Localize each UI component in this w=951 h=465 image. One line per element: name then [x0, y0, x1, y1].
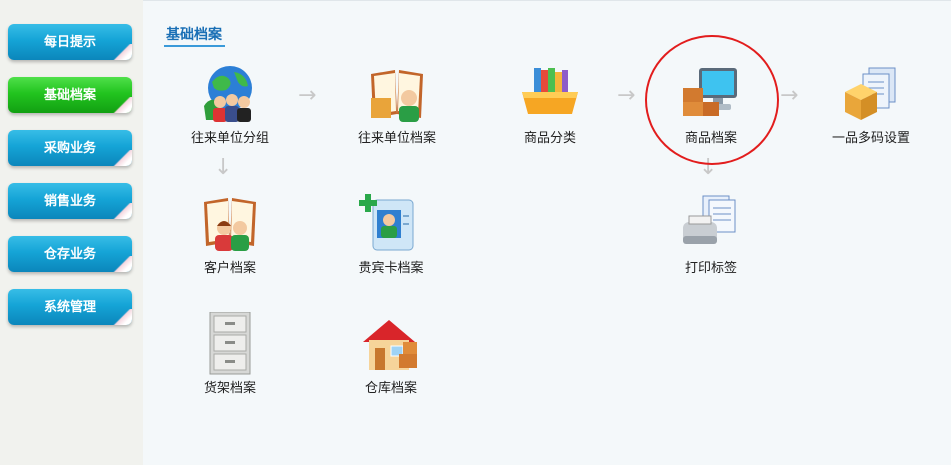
vip-card-file-label: 贵宾卡档案 [358, 261, 424, 276]
shelf-file-item[interactable]: 货架档案 [170, 312, 290, 396]
sidebar-item-daily-tips[interactable]: 每日提示 [8, 24, 132, 60]
multi-barcode-label: 一品多码设置 [831, 131, 910, 146]
sidebar-item-basic-files[interactable]: 基础档案 [8, 77, 132, 113]
cabinet-icon [209, 312, 251, 375]
customer-file-item[interactable]: 客户档案 [170, 192, 290, 276]
partner-file-label: 往来单位档案 [357, 131, 436, 146]
house-boxes-icon [363, 320, 417, 370]
partner-group-label: 往来单位分组 [190, 131, 269, 146]
sidebar-item-label: 每日提示 [43, 34, 96, 50]
sidebar-item-label: 基础档案 [43, 87, 96, 103]
box-documents-icon [845, 67, 896, 120]
sidebar-item-label: 销售业务 [43, 193, 96, 209]
print-label-label: 打印标签 [684, 261, 737, 276]
arrow-right-icon: → [617, 83, 636, 108]
print-label-item[interactable]: 打印标签 [651, 192, 771, 276]
book-couple-icon [204, 198, 256, 251]
arrow-down-icon: ↓ [214, 155, 233, 180]
partner-group-item[interactable]: 往来单位分组 [170, 62, 290, 146]
page-curl-decoration [110, 150, 132, 166]
sidebar-item-inventory[interactable]: 仓存业务 [8, 236, 132, 272]
page-curl-decoration [110, 97, 132, 113]
sidebar: 每日提示 基础档案 采购业务 销售业务 仓存业务 系统管理 [0, 0, 143, 465]
goods-category-label: 商品分类 [523, 131, 576, 146]
customer-file-label: 客户档案 [203, 261, 256, 276]
goods-category-item[interactable]: 商品分类 [490, 62, 610, 146]
sidebar-item-label: 系统管理 [43, 299, 96, 315]
sidebar-item-label: 仓存业务 [43, 246, 96, 262]
top-border [143, 0, 951, 1]
vip-card-file-item[interactable]: 贵宾卡档案 [331, 192, 451, 276]
page-curl-decoration [110, 44, 132, 60]
sidebar-item-label: 采购业务 [43, 140, 96, 156]
page-title: 基础档案 [164, 24, 225, 47]
highlight-circle [645, 35, 779, 165]
warehouse-file-item[interactable]: 仓库档案 [331, 312, 451, 396]
shelf-file-label: 货架档案 [203, 381, 256, 396]
sidebar-item-sales[interactable]: 销售业务 [8, 183, 132, 219]
book-tray-icon [522, 68, 578, 114]
warehouse-file-label: 仓库档案 [364, 381, 417, 396]
printer-icon [683, 195, 736, 244]
sidebar-item-purchase[interactable]: 采购业务 [8, 130, 132, 166]
sidebar-item-system[interactable]: 系统管理 [8, 289, 132, 325]
page-curl-decoration [110, 309, 132, 325]
arrow-right-icon: → [298, 83, 317, 108]
card-person-icon [359, 194, 414, 251]
arrow-right-icon: → [780, 83, 799, 108]
globe-people-icon [204, 66, 252, 122]
page-curl-decoration [110, 203, 132, 219]
book-person-icon [371, 70, 423, 122]
partner-file-item[interactable]: 往来单位档案 [337, 62, 457, 146]
multi-barcode-item[interactable]: 一品多码设置 [811, 62, 931, 146]
page-curl-decoration [110, 256, 132, 272]
